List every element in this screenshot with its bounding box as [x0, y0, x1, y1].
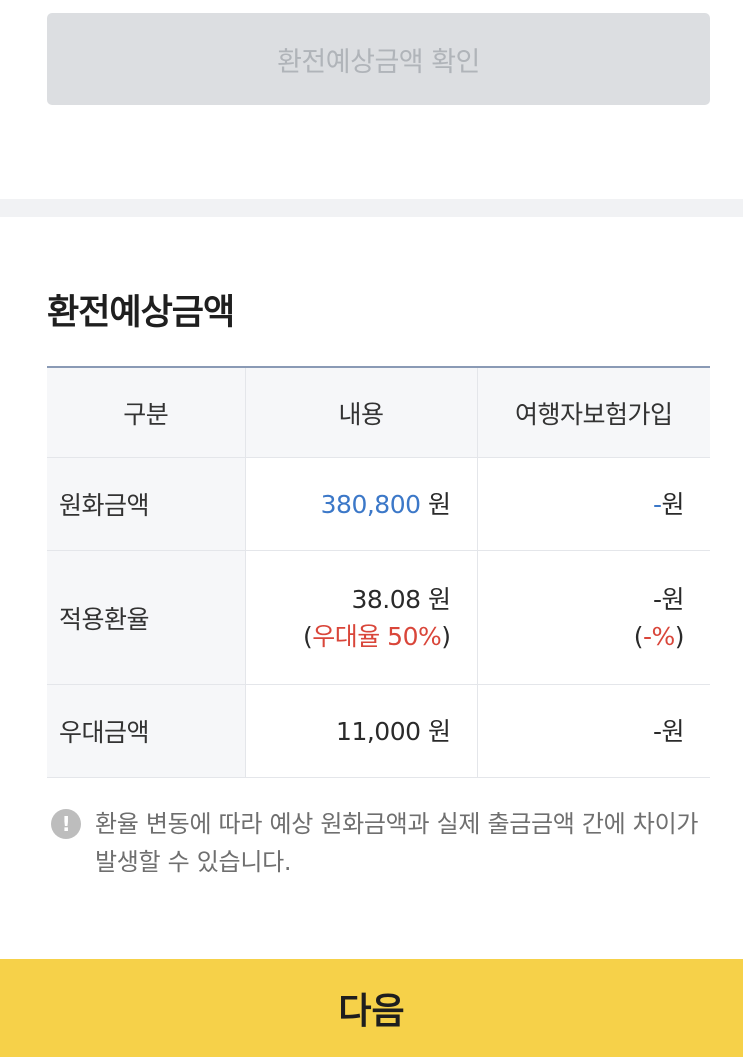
- paren-open: (: [633, 621, 644, 651]
- currency-unit: 원: [427, 489, 451, 519]
- currency-unit: 원: [427, 584, 451, 614]
- header-travel-insurance: 여행자보험가입: [477, 367, 710, 458]
- insurance-preferential-rate: -%: [642, 621, 675, 651]
- notice-text: 환율 변동에 따라 예상 원화금액과 실제 출금금액 간에 차이가 발생할 수 …: [95, 810, 699, 876]
- insurance-krw-amount-value: -원: [477, 457, 710, 551]
- section-divider: [0, 199, 743, 217]
- table-row: 적용환율 38.08 원 (우대율 50%) -원 (-%): [47, 550, 710, 685]
- table-header-row: 구분 내용 여행자보험가입: [47, 367, 710, 458]
- currency-unit: 원: [661, 716, 684, 746]
- preferential-rate: 우대율 50%: [312, 621, 442, 651]
- confirm-estimate-button[interactable]: 환전예상금액 확인: [47, 13, 710, 105]
- header-content: 내용: [245, 367, 478, 458]
- row-label-applied-rate: 적용환율: [47, 550, 246, 685]
- paren-open: (: [302, 621, 313, 651]
- paren-close: ): [674, 621, 685, 651]
- estimate-table: 구분 내용 여행자보험가입 원화금액 380,800 원 -원 적용환율 38.…: [47, 366, 710, 778]
- exchange-rate-notice: ! 환율 변동에 따라 예상 원화금액과 실제 출금금액 간에 차이가 발생할 …: [47, 805, 712, 881]
- next-button[interactable]: 다음: [0, 959, 743, 1057]
- section-title: 환전예상금액: [47, 293, 235, 333]
- insurance-applied-rate-value: -원 (-%): [477, 550, 710, 685]
- applied-rate-number: 38.08: [351, 584, 421, 614]
- currency-unit: 원: [661, 584, 684, 614]
- header-category: 구분: [47, 367, 246, 458]
- table-row: 원화금액 380,800 원 -원: [47, 457, 710, 551]
- currency-unit: 원: [427, 716, 451, 746]
- row-label-discount-amount: 우대금액: [47, 684, 246, 778]
- row-label-krw-amount: 원화금액: [47, 457, 246, 551]
- exclamation-circle-icon: !: [51, 809, 81, 839]
- table-row: 우대금액 11,000 원 -원: [47, 684, 710, 778]
- insurance-discount-amount-value: -원: [477, 684, 710, 778]
- currency-unit: 원: [661, 489, 684, 519]
- krw-amount-value: 380,800 원: [245, 457, 478, 551]
- discount-amount-number: 11,000: [336, 716, 421, 746]
- paren-close: ): [441, 621, 451, 651]
- krw-amount-number: 380,800: [320, 489, 421, 519]
- discount-amount-value: 11,000 원: [245, 684, 478, 778]
- applied-rate-value: 38.08 원 (우대율 50%): [245, 550, 478, 685]
